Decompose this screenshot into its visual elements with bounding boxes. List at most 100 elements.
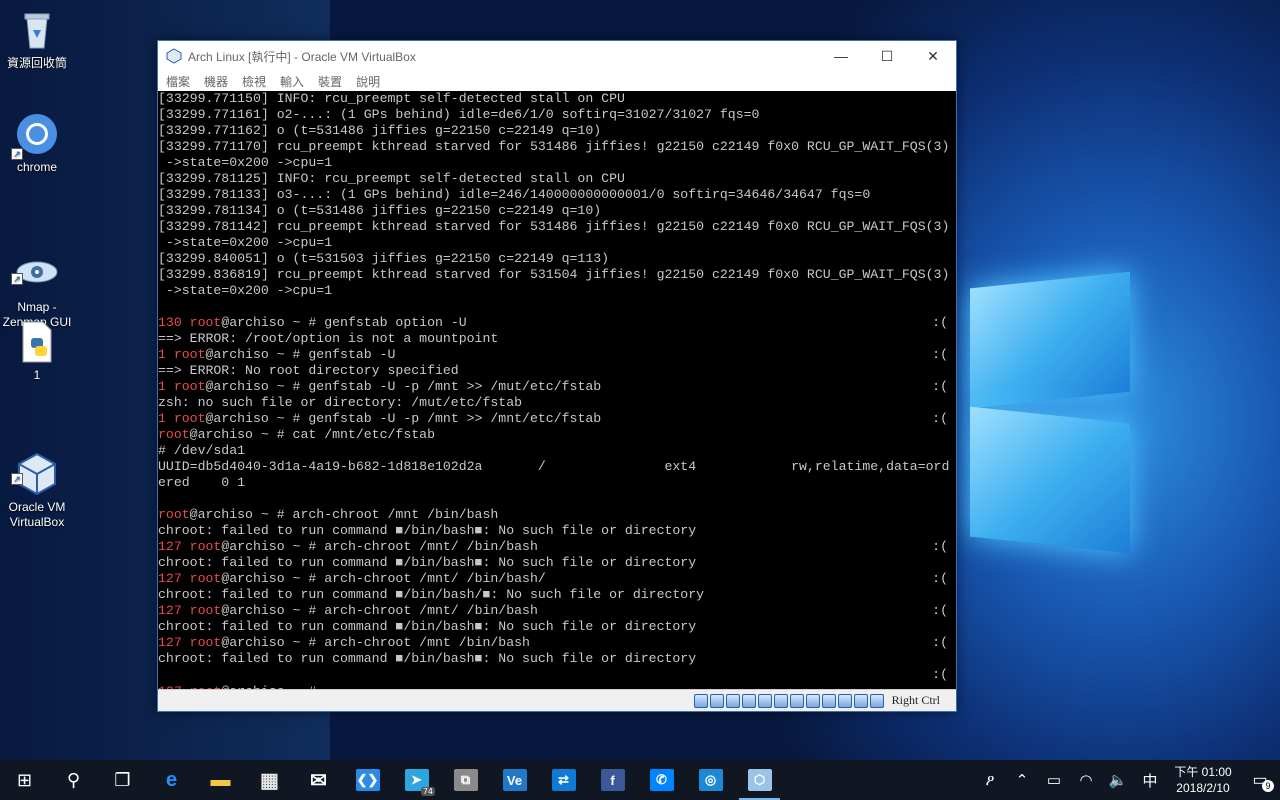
console-line: 130 root@archiso ~ # genfstab option -U:… xyxy=(158,315,956,331)
desktop-icon-recycle-bin[interactable]: 資源回收筒 xyxy=(0,8,74,71)
close-button[interactable]: ✕ xyxy=(910,41,956,71)
console-line: ->state=0x200 ->cpu=1 xyxy=(158,155,956,171)
desktop: 資源回收筒 ↗ chrome ↗ Nmap - Zenmap GUI xyxy=(0,0,1280,760)
start-button[interactable]: ⊞ xyxy=(0,760,49,800)
menu-bar: 檔案 機器 檢視 輸入 裝置 說明 xyxy=(158,71,956,91)
desktop-icon-label: chrome xyxy=(16,160,57,174)
vm-console-screen[interactable]: [33299.771150] INFO: rcu_preempt self-de… xyxy=(158,91,956,691)
network-icon[interactable] xyxy=(741,693,756,708)
window-titlebar[interactable]: Arch Linux [執行中] - Oracle VM VirtualBox … xyxy=(158,41,956,71)
task-view-button[interactable]: ❐ xyxy=(98,760,147,800)
desktop-icon-label: 資源回收筒 xyxy=(6,56,67,70)
prompt-status-indicator: :( xyxy=(932,667,948,682)
console-line: [33299.781133] o3-...: (1 GPs behind) id… xyxy=(158,187,956,203)
menu-devices[interactable]: 裝置 xyxy=(318,73,342,90)
hard-disk-icon[interactable] xyxy=(693,693,708,708)
console-text: ==> ERROR: /root/option is not a mountpo… xyxy=(158,331,499,346)
taskbar: ⊞ ⚲ ❐ e ▬ ▦ ✉ ❮❯ ➤ 74 ⧉ Ve ⇄ f ✆ ◎ ⬡ ዖ ⌃ ▭ ◠ 🔈 中下午 01:00 2018/2… xyxy=(0,760,1280,800)
instagram-icon[interactable]: ◎ xyxy=(686,760,735,800)
desktop-icon-chrome[interactable]: ↗ chrome xyxy=(0,112,74,175)
optical-drive-icon[interactable] xyxy=(709,693,724,708)
prompt-status-indicator: :( xyxy=(932,379,948,394)
action-center-button[interactable]: ▭ 9 xyxy=(1240,770,1280,792)
mail-icon[interactable]: ✉ xyxy=(294,760,343,800)
console-line: ered 0 1 xyxy=(158,475,956,491)
console-line: [33299.836819] rcu_preempt kthread starv… xyxy=(158,267,956,283)
console-line: zsh: no such file or directory: /mut/etc… xyxy=(158,395,956,411)
desktop-icon-virtualbox[interactable]: ↗ Oracle VM VirtualBox xyxy=(0,422,74,545)
recycle-bin-icon xyxy=(15,8,59,52)
console-line: chroot: failed to run command ■/bin/bash… xyxy=(158,651,956,667)
display-icon[interactable] xyxy=(789,693,804,708)
desktop-icon-python-file[interactable]: 1 xyxy=(0,320,74,383)
prompt-status-indicator: :( xyxy=(932,539,948,554)
desktop-icon-label: Oracle VM VirtualBox xyxy=(8,500,66,529)
edge-icon[interactable]: e xyxy=(147,760,196,800)
menu-view[interactable]: 檢視 xyxy=(242,73,266,90)
network-app-icon[interactable]: ⧉ xyxy=(441,760,490,800)
prompt-status-indicator: :( xyxy=(932,635,948,650)
start-button-icon: ⊞ xyxy=(16,769,33,791)
exit-code: 1 xyxy=(158,411,166,426)
show-hidden-icons-chevron-icon[interactable]: ⌃ xyxy=(1006,771,1038,789)
console-text: @archiso ~ # arch-chroot /mnt /bin/bash xyxy=(189,507,499,522)
telegram-icon[interactable]: ➤ 74 xyxy=(392,760,441,800)
ve-app-icon[interactable]: Ve xyxy=(490,760,539,800)
notification-count-badge: 9 xyxy=(1262,780,1274,792)
search-button-icon: ⚲ xyxy=(66,769,81,791)
console-text: @archiso ~ # genfstab -U -p /mnt >> /mut… xyxy=(205,379,602,394)
battery-icon[interactable]: ▭ xyxy=(1038,771,1070,789)
video-capture-icon[interactable] xyxy=(805,693,820,708)
cpu-icon[interactable] xyxy=(837,693,852,708)
menu-help[interactable]: 說明 xyxy=(356,73,380,90)
wifi-icon[interactable]: ◠ xyxy=(1070,771,1102,789)
prompt-user: root xyxy=(189,539,222,554)
file-explorer-icon[interactable]: ▬ xyxy=(196,760,245,800)
facebook-icon-glyph: f xyxy=(600,769,625,791)
messenger-icon-glyph: ✆ xyxy=(649,769,674,791)
volume-icon[interactable]: 🔈 xyxy=(1102,771,1134,789)
window-title: Arch Linux [執行中] - Oracle VM VirtualBox xyxy=(188,49,416,64)
clock-time: 下午 01:00 xyxy=(1174,765,1232,779)
mouse-integration-icon[interactable] xyxy=(853,693,868,708)
facebook-icon[interactable]: f xyxy=(588,760,637,800)
console-text: @archiso ~ # arch-chroot /mnt/ /bin/bash xyxy=(221,603,538,618)
search-button[interactable]: ⚲ xyxy=(49,760,98,800)
network-app-icon-glyph: ⧉ xyxy=(453,769,478,791)
keyboard-capture-icon[interactable] xyxy=(869,693,884,708)
python-file-icon xyxy=(15,320,59,364)
minimize-button[interactable]: — xyxy=(818,41,864,71)
people-icon[interactable]: ዖ xyxy=(974,772,1006,789)
virtualbox-window[interactable]: Arch Linux [執行中] - Oracle VM VirtualBox … xyxy=(157,40,957,712)
virtualbox-taskbar-icon[interactable]: ⬡ xyxy=(735,760,784,800)
menu-file[interactable]: 檔案 xyxy=(166,73,190,90)
console-text: zsh: no such file or directory: /mut/etc… xyxy=(158,395,523,410)
console-text: ered 0 1 xyxy=(158,475,246,490)
clock-date: 2018/2/10 xyxy=(1176,781,1230,795)
console-text: [33299.771162] o (t=531486 jiffies g=221… xyxy=(158,123,602,138)
usb-icon[interactable] xyxy=(757,693,772,708)
shared-folders-icon[interactable] xyxy=(773,693,788,708)
shortcut-arrow-icon: ↗ xyxy=(11,273,23,285)
desktop-icon-label: 1 xyxy=(33,368,41,382)
console-line: # /dev/sda1 xyxy=(158,443,956,459)
windows-logo-wallpaper xyxy=(960,250,1140,580)
vscode-icon[interactable]: ❮❯ xyxy=(343,760,392,800)
clock[interactable]: 下午 01:00 2018/2/10 xyxy=(1166,764,1240,796)
maximize-button[interactable]: ☐ xyxy=(864,41,910,71)
virtualization-icon[interactable] xyxy=(821,693,836,708)
ime-indicator[interactable]: 中 xyxy=(1134,770,1166,791)
messenger-icon[interactable]: ✆ xyxy=(637,760,686,800)
console-line: chroot: failed to run command ■/bin/bash… xyxy=(158,619,956,635)
audio-icon[interactable] xyxy=(725,693,740,708)
menu-input[interactable]: 輸入 xyxy=(280,73,304,90)
store-icon[interactable]: ▦ xyxy=(245,760,294,800)
console-line: 127 root@archiso ~ # arch-chroot /mnt/ /… xyxy=(158,571,956,587)
menu-machine[interactable]: 機器 xyxy=(204,73,228,90)
console-line: ->state=0x200 ->cpu=1 xyxy=(158,235,956,251)
teamviewer-icon[interactable]: ⇄ xyxy=(539,760,588,800)
console-text: ==> ERROR: No root directory specified xyxy=(158,363,459,378)
console-line: [33299.781142] rcu_preempt kthread starv… xyxy=(158,219,956,235)
console-text: ->state=0x200 ->cpu=1 xyxy=(158,155,333,170)
